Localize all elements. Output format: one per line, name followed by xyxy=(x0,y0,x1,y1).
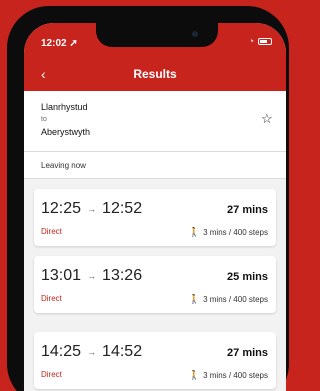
status-icons: ◔ xyxy=(249,36,272,46)
duration: 27 mins xyxy=(227,347,268,359)
depart-time: 13:01 xyxy=(41,267,82,284)
result-card[interactable]: 14:25 → 14:52 27 mins Direct 🚶 3 mins / … xyxy=(34,332,276,389)
walk-info: 🚶 3 mins / 400 steps xyxy=(189,370,268,381)
walk-info: 🚶 3 mins / 400 steps xyxy=(189,294,268,305)
arrow-right-icon: → xyxy=(87,347,97,357)
walking-person-icon: 🚶 xyxy=(188,370,201,380)
walk-text: 3 mins / 400 steps xyxy=(203,228,268,237)
result-times: 13:01 → 13:26 xyxy=(41,267,142,285)
result-card[interactable]: 13:01 → 13:26 25 mins Direct 🚶 3 mins / … xyxy=(34,256,276,313)
journey-summary xyxy=(24,91,286,151)
duration: 25 mins xyxy=(227,271,268,283)
app-screen: 12:02 ➚ ◔ ‹ Results Llanrhystud to Abery… xyxy=(24,23,286,391)
result-card[interactable]: 12:25 → 12:52 27 mins Direct 🚶 3 mins / … xyxy=(34,189,276,246)
camera-notch xyxy=(96,23,218,47)
walking-person-icon: 🚶 xyxy=(188,227,201,237)
depart-time: 14:25 xyxy=(41,343,82,360)
arrive-time: 12:52 xyxy=(102,200,143,217)
result-times: 12:25 → 12:52 xyxy=(41,200,142,218)
leaving-now-row[interactable]: Leaving now xyxy=(24,152,286,179)
journey-type: Direct xyxy=(41,370,62,379)
page-title: Results xyxy=(133,67,177,81)
wifi-icon: ◔ xyxy=(248,36,254,46)
phone-frame: 12:02 ➚ ◔ ‹ Results Llanrhystud to Abery… xyxy=(7,6,289,391)
arrive-time: 14:52 xyxy=(102,343,143,360)
walk-text: 3 mins / 400 steps xyxy=(203,371,268,380)
destination-stop: Aberystwyth xyxy=(41,127,91,137)
camera-icon xyxy=(192,31,198,37)
battery-icon xyxy=(258,37,272,45)
journey-type: Direct xyxy=(41,294,62,303)
arrow-right-icon: → xyxy=(87,204,97,214)
depart-time: 12:25 xyxy=(41,200,82,217)
duration: 27 mins xyxy=(227,204,268,216)
favorite-star-icon[interactable]: ☆ xyxy=(261,111,273,127)
walk-text: 3 mins / 400 steps xyxy=(203,295,268,304)
journey-type: Direct xyxy=(41,227,62,236)
walk-info: 🚶 3 mins / 400 steps xyxy=(189,227,268,238)
result-times: 14:25 → 14:52 xyxy=(41,343,142,361)
arrow-right-icon: → xyxy=(87,271,97,281)
arrive-time: 13:26 xyxy=(102,267,143,284)
leaving-now-label: Leaving now xyxy=(41,161,86,170)
walking-person-icon: 🚶 xyxy=(188,294,201,304)
status-time: 12:02 ➚ xyxy=(41,38,78,49)
origin-stop: Llanrhystud xyxy=(41,102,88,112)
connector-text: to xyxy=(41,116,47,123)
